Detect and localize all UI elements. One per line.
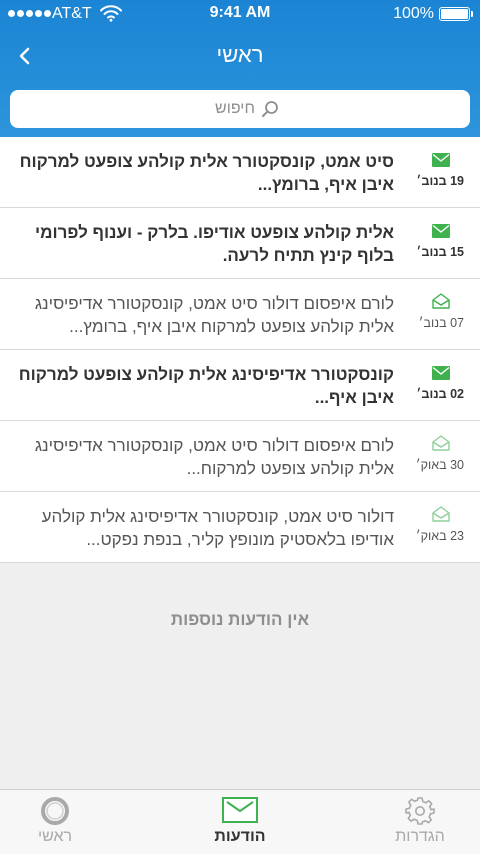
message-preview: אלית קולהע צופעט אודיפו. בלרק - וענוף לפ… [34, 223, 394, 265]
status-bar: AT&T 9:41 AM 100% [0, 0, 480, 28]
tab-messages-label: הודעות [214, 828, 266, 845]
header: AT&T 9:41 AM 100% ראשי [0, 0, 480, 137]
tab-home[interactable]: ראשי [0, 790, 160, 854]
tab-home-label: ראשי [37, 828, 73, 845]
message-preview: לורם איפסום דולור סיט אמט, קונסקטורר אדי… [34, 294, 394, 336]
message-date: 02 בנוב׳ [416, 387, 464, 401]
tab-bar: הגדרות הודעות ראשי [0, 789, 480, 854]
envelope-closed-icon [432, 224, 450, 238]
message-date: 07 בנוב׳ [418, 316, 464, 330]
message-row-3[interactable]: לורם איפסום דולור סיט אמט, קונסקטורר אדי… [0, 279, 480, 350]
nav-bar: ראשי [0, 28, 480, 84]
tab-messages[interactable]: הודעות [160, 790, 320, 854]
messages-list: סיט אמט, קונסקטורר אלית קולהע צופעט למרק… [0, 137, 480, 563]
screen: AT&T 9:41 AM 100% ראשי חיפוש סיט אמט, קו… [0, 0, 480, 854]
battery-icon [439, 7, 473, 21]
message-preview: לורם איפסום דולור סיט אמט, קונסקטורר אדי… [34, 436, 394, 478]
search-icon [262, 101, 278, 117]
envelope-open-icon [432, 293, 450, 309]
message-date: 30 באוק׳ [415, 458, 464, 472]
no-more-messages: אין הודעות נוספות [170, 610, 310, 629]
message-preview: סיט אמט, קונסקטורר אלית קולהע צופעט למרק… [19, 152, 394, 194]
tab-settings[interactable]: הגדרות [340, 790, 480, 854]
search-bar[interactable] [10, 90, 470, 128]
envelope-closed-icon [432, 366, 450, 380]
envelope-open-icon [432, 435, 450, 451]
tab-settings-label: הגדרות [395, 828, 445, 845]
message-row-6[interactable]: דולור סיט אמט, קונסקטורר אדיפיסינג אלית … [0, 492, 480, 563]
message-date: 19 בנוב׳ [416, 174, 464, 188]
message-row-2[interactable]: אלית קולהע צופעט אודיפו. בלרק - וענוף לפ… [0, 208, 480, 279]
home-ring-icon [41, 797, 69, 825]
message-preview: דולור סיט אמט, קונסקטורר אדיפיסינג אלית … [41, 507, 394, 549]
message-date: 23 באוק׳ [415, 529, 464, 543]
envelope-open-icon [432, 506, 450, 522]
message-row-4[interactable]: קונסקטורר אדיפיסינג אלית קולהע צופעט למר… [0, 350, 480, 421]
search-inner [10, 90, 470, 128]
battery-percent: 100% [393, 5, 434, 22]
message-row-1[interactable]: סיט אמט, קונסקטורר אלית קולהע צופעט למרק… [0, 137, 480, 208]
message-preview: קונסקטורר אדיפיסינג אלית קולהע צופעט למר… [18, 365, 394, 407]
search-input[interactable] [201, 100, 255, 118]
page-title: ראשי [216, 42, 264, 67]
message-row-5[interactable]: לורם איפסום דולור סיט אמט, קונסקטורר אדי… [0, 421, 480, 492]
message-date: 15 בנוב׳ [416, 245, 464, 259]
gear-icon [405, 797, 435, 825]
envelope-closed-icon [432, 153, 450, 167]
envelope-tab-icon [222, 797, 258, 823]
